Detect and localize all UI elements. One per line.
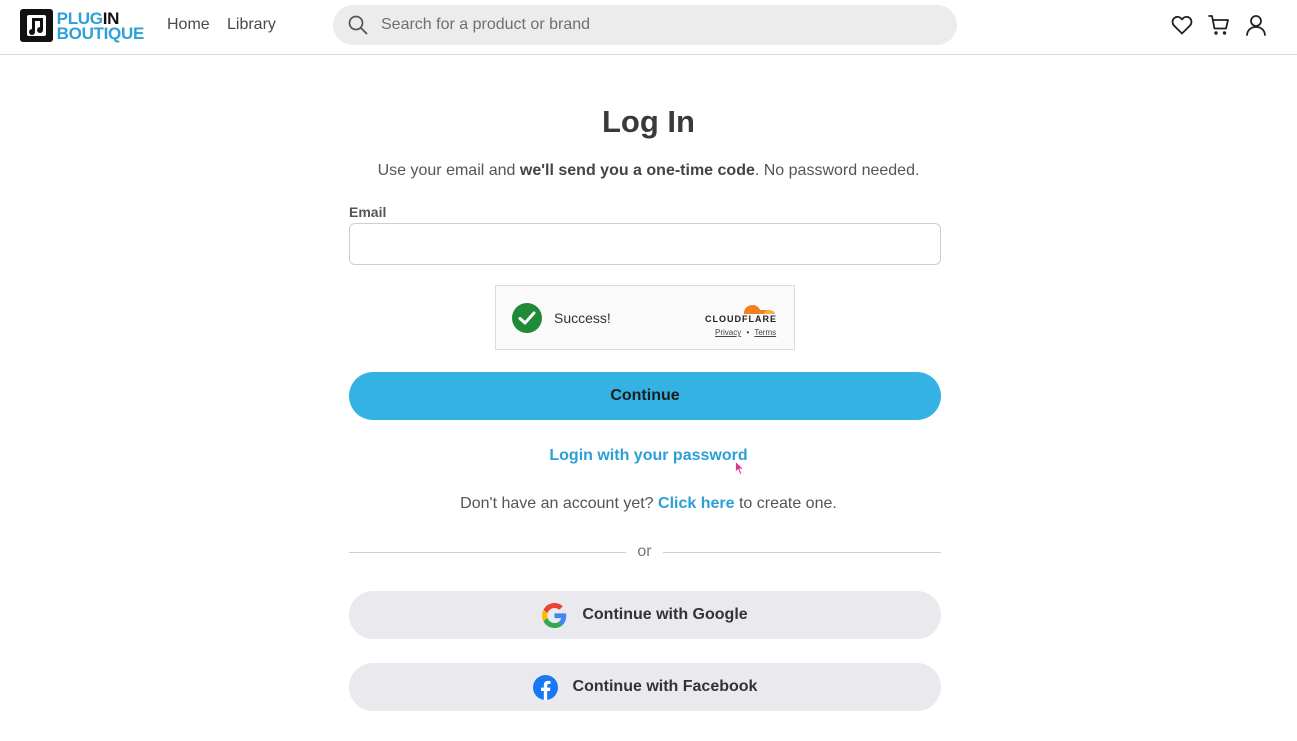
site-header: PLUGIN BOUTIQUE Home Library bbox=[0, 0, 1297, 55]
facebook-icon bbox=[532, 674, 558, 700]
logo-wordmark: PLUGIN BOUTIQUE bbox=[56, 10, 145, 43]
page-title: Log In bbox=[602, 104, 695, 139]
continue-with-facebook-button[interactable]: Continue with Facebook bbox=[349, 663, 941, 711]
nav-home[interactable]: Home bbox=[167, 16, 210, 34]
search-icon bbox=[348, 15, 368, 35]
checkmark-icon bbox=[512, 303, 542, 333]
cart-icon[interactable] bbox=[1207, 13, 1231, 37]
logo-text-boutique: BOUTIQUE bbox=[56, 23, 145, 43]
cloudflare-brand: CLOUDFLARE bbox=[705, 314, 777, 324]
email-field[interactable] bbox=[349, 223, 941, 265]
subtitle-post: . No password needed. bbox=[754, 162, 920, 179]
nav-library[interactable]: Library bbox=[227, 16, 276, 34]
turnstile-links: Privacy • Terms bbox=[715, 328, 776, 337]
heart-icon[interactable] bbox=[1170, 13, 1194, 37]
signup-prompt: Don't have an account yet? Click here to… bbox=[0, 495, 1297, 513]
divider-right bbox=[663, 552, 941, 553]
continue-with-google-button[interactable]: Continue with Google bbox=[349, 591, 941, 639]
cloudflare-turnstile-widget[interactable]: Success! CLOUDFLARE Privacy • Terms bbox=[495, 285, 795, 350]
google-button-label: Continue with Google bbox=[582, 606, 748, 623]
turnstile-terms-link[interactable]: Terms bbox=[754, 328, 776, 337]
plugin-boutique-logo[interactable]: PLUGIN BOUTIQUE bbox=[20, 9, 144, 42]
search-input[interactable] bbox=[381, 5, 941, 45]
music-note-icon bbox=[20, 9, 53, 42]
user-icon[interactable] bbox=[1244, 13, 1268, 37]
turnstile-status: Success! bbox=[554, 310, 611, 326]
continue-button[interactable]: Continue bbox=[349, 372, 941, 420]
signup-post: to create one. bbox=[734, 495, 837, 512]
subtitle-bold: we'll send you a one-time code bbox=[519, 162, 755, 179]
divider-left bbox=[349, 552, 626, 553]
mouse-cursor-icon bbox=[735, 461, 745, 476]
turnstile-privacy-link[interactable]: Privacy bbox=[715, 328, 741, 337]
google-icon bbox=[542, 602, 567, 628]
login-with-password-link[interactable]: Login with your password bbox=[0, 447, 1297, 465]
signup-link[interactable]: Click here bbox=[658, 495, 734, 512]
login-subtitle: Use your email and we'll send you a one-… bbox=[0, 162, 1297, 180]
search-bar bbox=[333, 5, 957, 45]
subtitle-pre: Use your email and bbox=[377, 162, 520, 179]
signup-pre: Don't have an account yet? bbox=[460, 495, 659, 512]
divider-or: or bbox=[637, 543, 652, 560]
turnstile-separator: • bbox=[746, 328, 750, 337]
facebook-button-label: Continue with Facebook bbox=[572, 678, 758, 695]
email-label: Email bbox=[349, 204, 387, 220]
